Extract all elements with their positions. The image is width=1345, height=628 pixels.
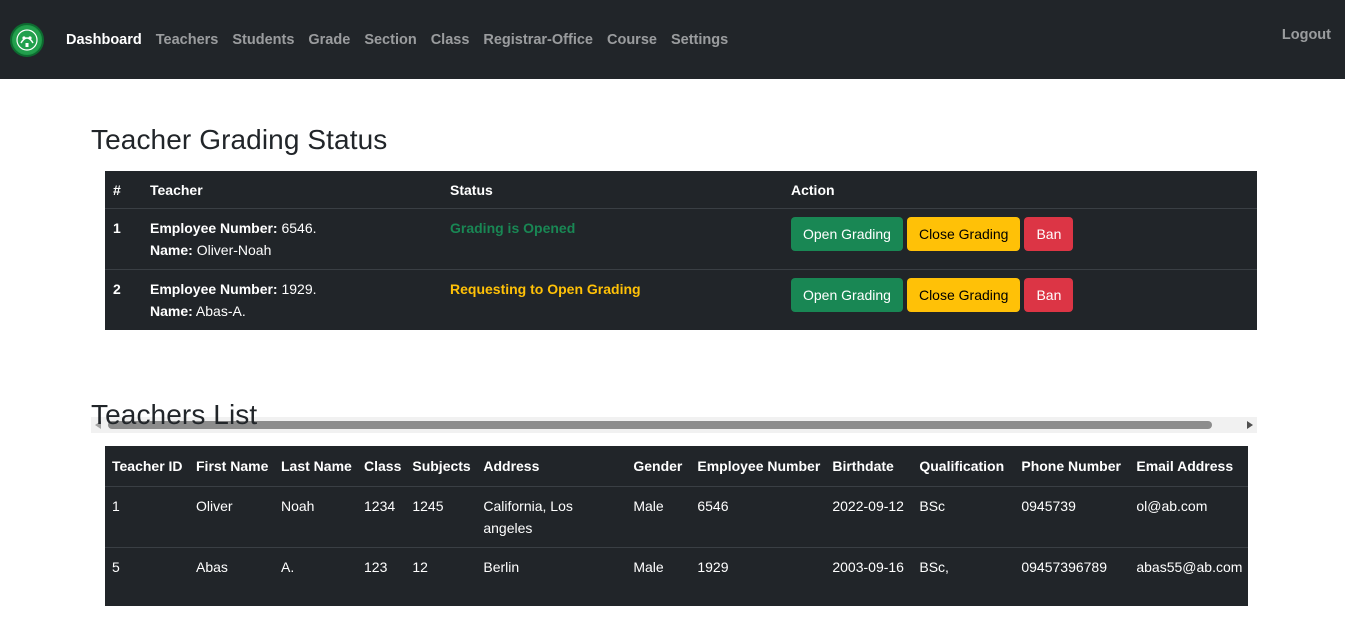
employee-number-value: 1929. xyxy=(281,280,317,297)
column-header: Phone Number xyxy=(1014,446,1130,487)
column-header: # xyxy=(105,171,142,209)
status-badge: Requesting to Open Grading xyxy=(450,280,641,297)
close-grading-button[interactable]: Close Grading xyxy=(906,216,1021,251)
table-cell: Male xyxy=(626,486,691,548)
column-header: Action xyxy=(783,171,1257,209)
table-cell: Oliver xyxy=(189,486,274,548)
employee-number-value: 6546. xyxy=(281,219,317,236)
open-grading-button[interactable]: Open Grading xyxy=(791,277,903,312)
nav-class[interactable]: Class xyxy=(431,32,470,48)
table-header-row: Teacher ID First Name Last Name Class Su… xyxy=(105,446,1248,487)
table-cell: 09457396789 xyxy=(1021,559,1108,575)
table-cell: ol@ab.com xyxy=(1129,486,1248,548)
nav-course[interactable]: Course xyxy=(607,32,657,48)
close-grading-button[interactable]: Close Grading xyxy=(906,277,1021,312)
nav-registrar-office[interactable]: Registrar-Office xyxy=(483,32,593,48)
column-header: Birthdate xyxy=(825,446,913,487)
nav-links: Dashboard Teachers Students Grade Sectio… xyxy=(66,32,742,48)
table-cell: 6546 xyxy=(690,486,826,548)
column-header: Last Name xyxy=(274,446,357,487)
nav-settings[interactable]: Settings xyxy=(671,32,728,48)
name-label: Name: xyxy=(150,302,193,319)
teacher-name-value: Oliver-Noah xyxy=(196,241,272,258)
horizontal-scrollbar[interactable] xyxy=(91,417,1257,433)
employee-number-label: Employee Number: xyxy=(150,280,278,297)
teachers-list-title: Teachers List xyxy=(91,399,258,430)
column-header: First Name xyxy=(189,446,274,487)
open-grading-button[interactable]: Open Grading xyxy=(791,216,903,251)
school-logo-icon[interactable] xyxy=(10,22,44,57)
nav-dashboard[interactable]: Dashboard xyxy=(66,32,142,48)
grading-status-title: Teacher Grading Status xyxy=(91,124,388,155)
table-cell: Abas xyxy=(196,559,228,575)
table-cell: 1245 xyxy=(405,486,477,548)
action-cell: Open Grading Close Grading Ban xyxy=(783,208,1257,270)
ban-button[interactable]: Ban xyxy=(1024,216,1074,251)
column-header: Employee Number xyxy=(690,446,826,487)
column-header: Teacher xyxy=(142,171,442,209)
teacher-name-value: Abas-A. xyxy=(195,302,246,319)
table-row: 1 Employee Number: 6546. Name: Oliver-No… xyxy=(105,208,1257,270)
nav-students[interactable]: Students xyxy=(232,32,294,48)
scroll-right-arrow-icon[interactable] xyxy=(1247,421,1253,429)
scrollbar-thumb[interactable] xyxy=(108,421,1212,429)
nav-teachers[interactable]: Teachers xyxy=(156,32,219,48)
teacher-cell: Employee Number: 6546. Name: Oliver-Noah xyxy=(142,208,442,270)
table-row: 2 Employee Number: 1929. Name: Abas-A. R… xyxy=(105,269,1257,330)
table-row: 1 Oliver Noah 1234 1245 California, Los … xyxy=(105,486,1248,548)
table-cell: 1234 xyxy=(357,486,406,548)
teachers-list-table: Teacher ID First Name Last Name Class Su… xyxy=(105,446,1248,606)
row-number: 2 xyxy=(113,280,121,297)
nav-section[interactable]: Section xyxy=(364,32,416,48)
column-header: Gender xyxy=(626,446,691,487)
employee-number-label: Employee Number: xyxy=(150,219,278,236)
table-cell: Noah xyxy=(274,486,357,548)
table-cell: 123 xyxy=(364,559,388,575)
row-number: 1 xyxy=(113,219,121,236)
status-badge: Grading is Opened xyxy=(450,219,576,236)
table-cell: 1929 xyxy=(697,559,729,575)
teacher-cell: Employee Number: 1929. Name: Abas-A. xyxy=(142,269,442,330)
column-header: Qualification xyxy=(912,446,1015,487)
grading-status-table: # Teacher Status Action 1 Employee Numbe… xyxy=(105,171,1257,330)
column-header: Status xyxy=(442,171,783,209)
table-cell: 12 xyxy=(412,559,428,575)
column-header: Class xyxy=(357,446,406,487)
column-header: Subjects xyxy=(405,446,477,487)
table-cell: California, Los angeles xyxy=(476,486,627,548)
table-cell: 0945739 xyxy=(1014,486,1130,548)
ban-button[interactable]: Ban xyxy=(1024,277,1074,312)
column-header: Email Address xyxy=(1129,446,1248,487)
table-cell: 1 xyxy=(105,486,189,548)
table-cell: BSc, xyxy=(919,559,949,575)
action-cell: Open Grading Close Grading Ban xyxy=(783,269,1257,330)
table-cell: Berlin xyxy=(483,559,520,575)
column-header: Address xyxy=(476,446,627,487)
name-label: Name: xyxy=(150,241,193,258)
table-header-row: # Teacher Status Action xyxy=(105,171,1257,209)
table-cell: 2003-09-16 xyxy=(832,559,904,575)
logout-link[interactable]: Logout xyxy=(1282,27,1331,43)
table-cell: abas55@ab.com xyxy=(1136,559,1243,575)
table-cell: A. xyxy=(281,559,295,575)
nav-grade[interactable]: Grade xyxy=(308,32,350,48)
table-cell: BSc xyxy=(912,486,1015,548)
table-row: 5 Abas A. 123 12 Berlin Male 1929 2003-0… xyxy=(105,548,1248,606)
table-cell: 5 xyxy=(112,559,120,575)
navbar: Dashboard Teachers Students Grade Sectio… xyxy=(0,0,1345,79)
column-header: Teacher ID xyxy=(105,446,189,487)
table-cell: Male xyxy=(633,559,664,575)
table-cell: 2022-09-12 xyxy=(825,486,913,548)
